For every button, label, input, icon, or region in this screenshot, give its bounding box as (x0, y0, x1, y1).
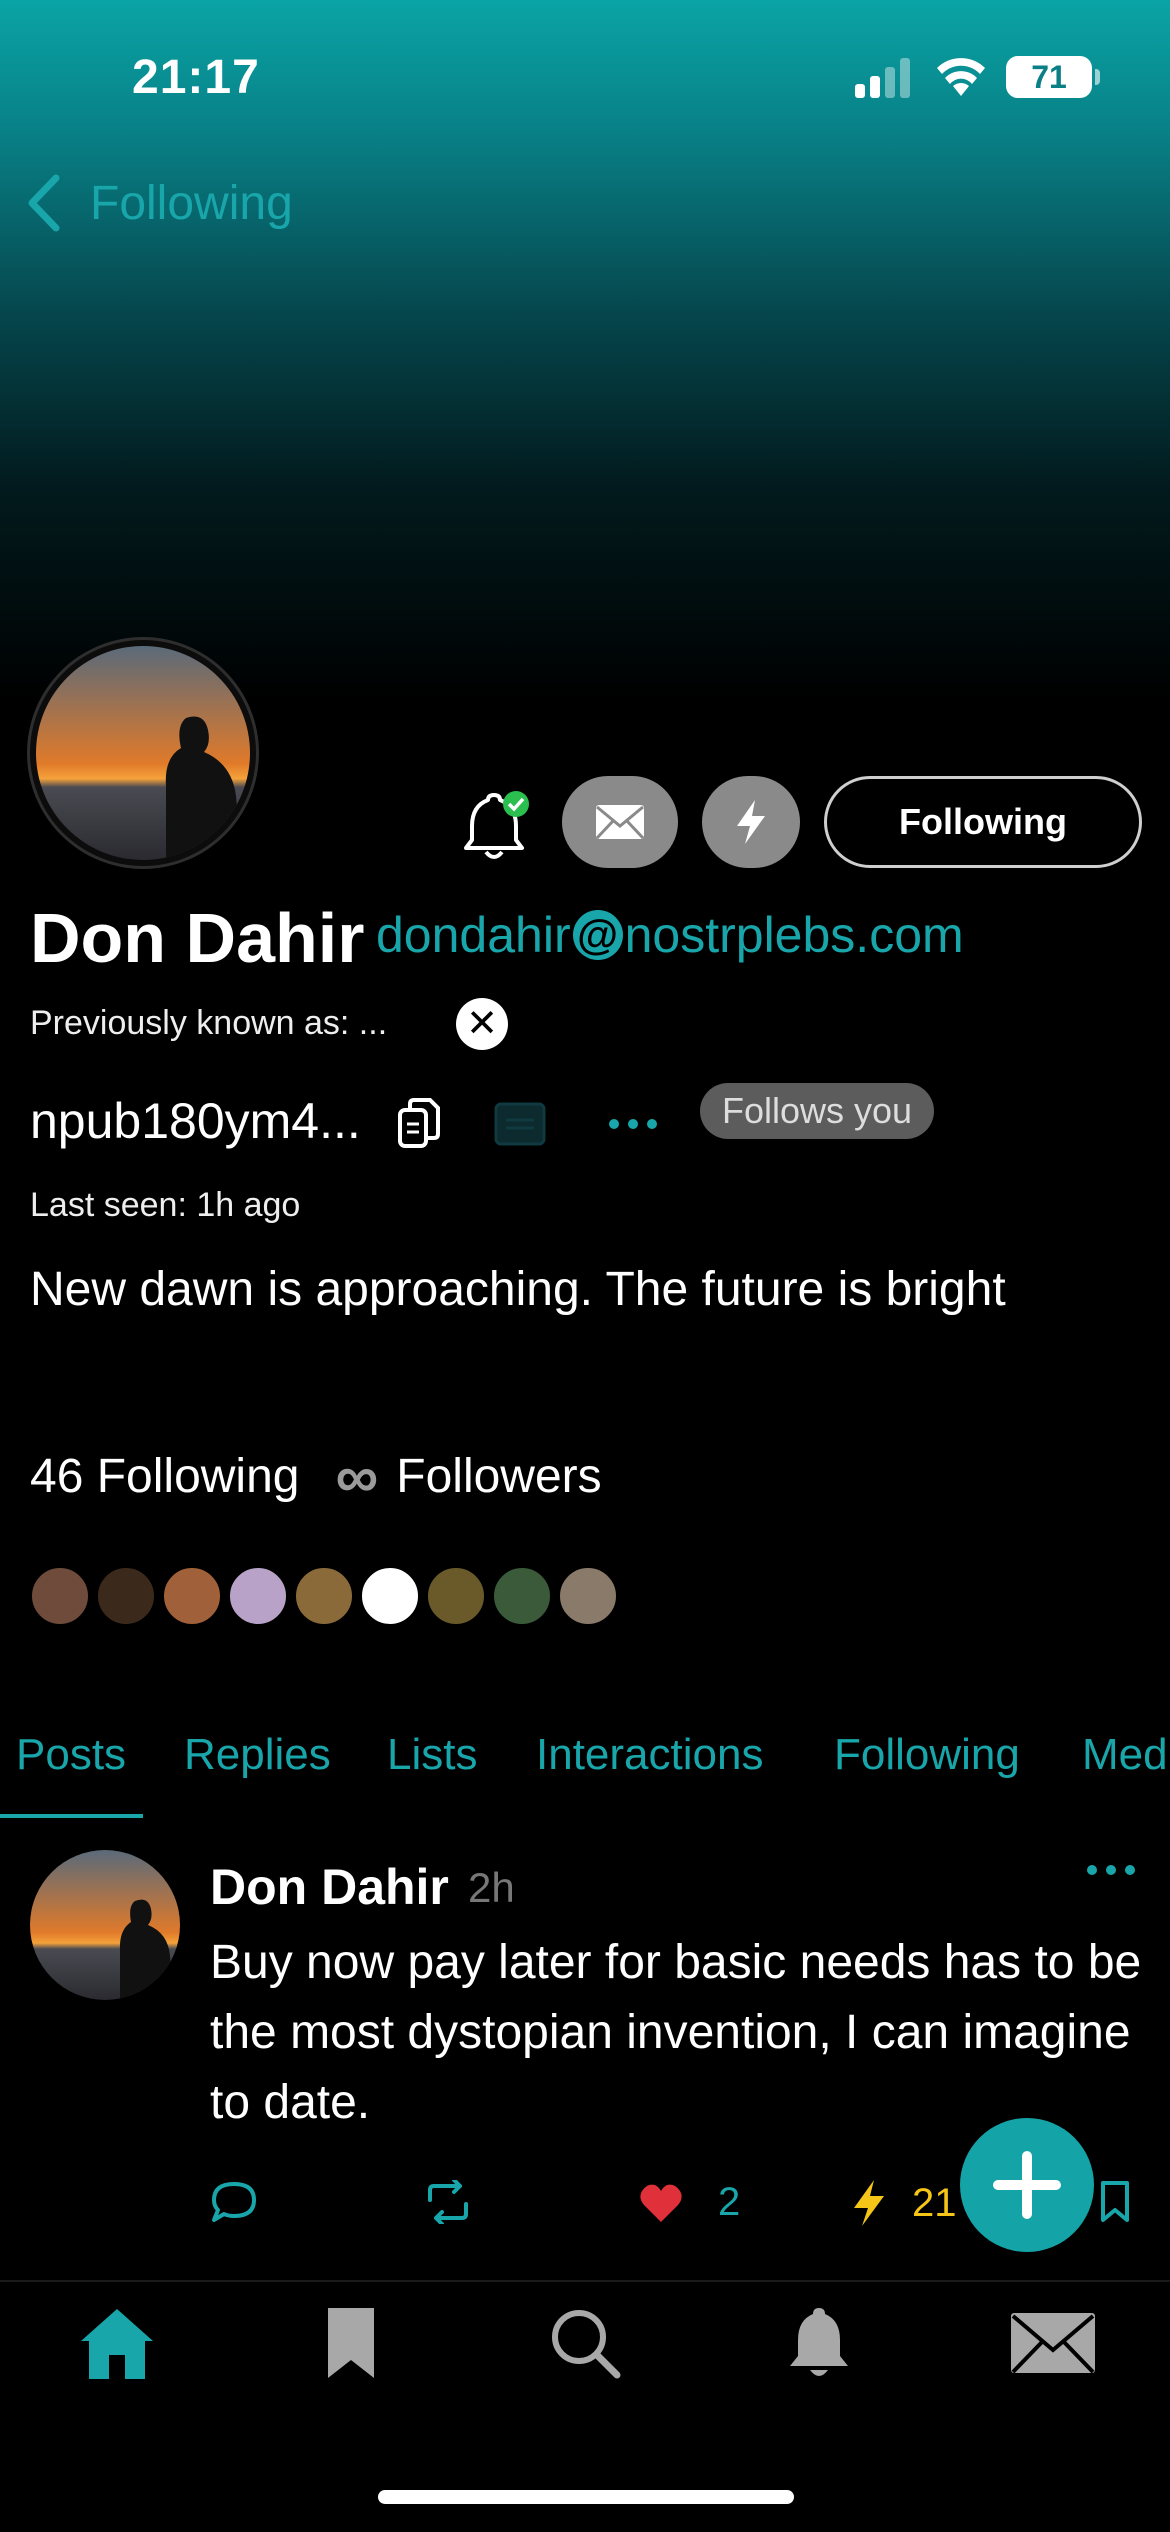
heart-icon (640, 2184, 682, 2222)
nav-messages[interactable] (1008, 2298, 1098, 2388)
plus-icon (993, 2151, 1061, 2219)
zap-count: 21 (912, 2180, 957, 2225)
back-label: Following (90, 176, 293, 230)
follows-you-badge: Follows you (700, 1083, 935, 1139)
nav-search[interactable] (540, 2298, 630, 2388)
tab-lists[interactable]: Lists (387, 1730, 477, 1780)
followers-label[interactable]: Followers (396, 1449, 601, 1504)
status-bar: 21:17 71 (0, 0, 1170, 150)
tab-media[interactable]: Med (1082, 1730, 1168, 1780)
followers-count[interactable]: ∞ (335, 1442, 378, 1511)
more-options-icon[interactable] (606, 1114, 660, 1134)
notification-bell-button[interactable] (458, 790, 532, 864)
signal-icon (855, 58, 910, 98)
nip05-domain: nostrplebs.com (624, 907, 964, 963)
avatar-image (36, 646, 250, 860)
at-icon: @ (572, 910, 623, 960)
follow-stats: 46 Following ∞ Followers (30, 1442, 602, 1511)
previously-known-text: Previously known as: ... (30, 1004, 388, 1042)
mutual-follower-avatar[interactable] (492, 1566, 552, 1626)
comment-icon (212, 2182, 256, 2222)
mutual-follower-avatar[interactable] (558, 1566, 618, 1626)
nav-notifications[interactable] (774, 2298, 864, 2388)
mutual-followers-avatars[interactable] (30, 1566, 624, 1626)
avatar-image (30, 1850, 180, 2000)
nip05-address[interactable]: dondahir @ nostrplebs.com (376, 906, 964, 964)
mutual-follower-avatar[interactable] (30, 1566, 90, 1626)
wifi-icon (937, 58, 985, 96)
close-icon[interactable]: ✕ (456, 998, 508, 1050)
nav-home[interactable] (72, 2298, 162, 2388)
post-text: Buy now pay later for basic needs has to… (210, 1936, 1142, 2129)
lightning-icon (737, 800, 765, 844)
lightning-icon (854, 2180, 884, 2226)
repost-icon (428, 2180, 468, 2224)
post-time: 2h (468, 1864, 515, 1911)
mutual-follower-avatar[interactable] (162, 1566, 222, 1626)
zap-post-button[interactable]: 21 (852, 2180, 957, 2226)
tab-following[interactable]: Following (834, 1730, 1020, 1780)
post-more-icon[interactable] (1084, 1860, 1138, 1880)
search-icon (552, 2310, 621, 2379)
home-indicator (378, 2490, 794, 2504)
reply-button[interactable] (210, 2180, 258, 2224)
bell-icon (790, 2308, 848, 2376)
mutual-follower-avatar[interactable] (294, 1566, 354, 1626)
profile-bio: New dawn is approaching. The future is b… (30, 1263, 1006, 1316)
battery-indicator: 71 (1006, 56, 1100, 98)
new-post-button[interactable] (960, 2118, 1094, 2252)
bookmark-post-button[interactable] (1100, 2180, 1130, 2224)
mutual-follower-avatar[interactable] (360, 1566, 420, 1626)
status-time: 21:17 (132, 51, 260, 104)
profile-avatar[interactable] (30, 640, 256, 866)
like-button[interactable]: 2 (638, 2180, 740, 2225)
chevron-left-icon (28, 174, 60, 232)
active-tab-indicator (0, 1814, 143, 1818)
mutual-follower-avatar[interactable] (96, 1566, 156, 1626)
zap-button[interactable] (702, 776, 800, 868)
like-count: 2 (718, 2180, 741, 2224)
tab-posts[interactable]: Posts (16, 1730, 126, 1780)
profile-name: Don Dahir (30, 899, 365, 977)
repost-button[interactable] (420, 2180, 476, 2224)
mutual-follower-avatar[interactable] (228, 1566, 288, 1626)
nip05-user: dondahir (376, 907, 571, 963)
profile-tabs: Posts Replies Lists Interactions Followi… (0, 1720, 1170, 1820)
following-button[interactable]: Following (824, 776, 1142, 868)
post-author[interactable]: Don Dahir (210, 1858, 449, 1916)
following-count[interactable]: 46 Following (30, 1449, 299, 1504)
qr-code-icon[interactable] (494, 1102, 546, 1146)
npub-text: npub180ym4... (30, 1093, 361, 1149)
post-avatar[interactable] (30, 1850, 180, 2000)
home-icon (81, 2309, 153, 2379)
bookmark-icon (328, 2308, 374, 2378)
mutual-follower-avatar[interactable] (426, 1566, 486, 1626)
mail-icon (595, 805, 645, 840)
tab-interactions[interactable]: Interactions (536, 1730, 763, 1780)
back-button[interactable]: Following (24, 172, 293, 234)
bookmark-icon (1101, 2181, 1129, 2222)
tab-replies[interactable]: Replies (184, 1730, 331, 1780)
nav-bookmarks[interactable] (306, 2298, 396, 2388)
mail-icon (1011, 2313, 1095, 2374)
copy-icon[interactable] (396, 1096, 442, 1150)
message-button[interactable] (562, 776, 678, 868)
last-seen-text: Last seen: 1h ago (30, 1186, 301, 1224)
